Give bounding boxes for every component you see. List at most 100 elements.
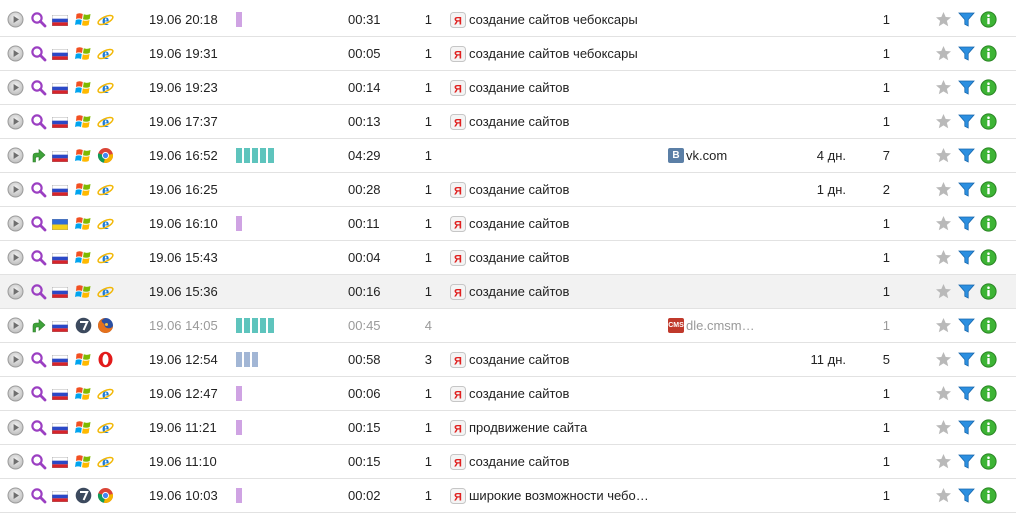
svg-text:Я: Я: [454, 220, 462, 232]
visit-row[interactable]: 19.06 10:03 00:02 1 Яширокие возможности че…: [0, 479, 1016, 513]
referrer-site[interactable]: CMS dle.cmsm…: [668, 309, 755, 342]
star-icon[interactable]: [935, 45, 952, 62]
star-icon[interactable]: [935, 351, 952, 368]
filter-icon[interactable]: [958, 215, 975, 232]
star-icon[interactable]: [935, 385, 952, 402]
opera-icon: [97, 351, 114, 368]
info-icon[interactable]: [980, 181, 997, 198]
info-icon[interactable]: [980, 385, 997, 402]
play-icon[interactable]: [7, 249, 24, 266]
visit-row[interactable]: e 19.06 15:36 00:16 1 Ясоздание сайтов 1: [0, 275, 1016, 309]
play-icon[interactable]: [7, 487, 24, 504]
visit-row[interactable]: e 19.06 19:31 00:05 1 Ясоздание сайтов чебок…: [0, 37, 1016, 71]
search-keyword[interactable]: создание сайтов: [469, 377, 569, 410]
filter-icon[interactable]: [958, 45, 975, 62]
play-icon[interactable]: [7, 181, 24, 198]
play-icon[interactable]: [7, 113, 24, 130]
windows-xp-icon: [75, 453, 92, 470]
info-icon[interactable]: [980, 215, 997, 232]
info-icon[interactable]: [980, 249, 997, 266]
play-icon[interactable]: [7, 45, 24, 62]
play-icon[interactable]: [7, 317, 24, 334]
info-icon[interactable]: [980, 45, 997, 62]
search-keyword[interactable]: создание сайтов чебоксары: [469, 37, 638, 70]
info-icon[interactable]: [980, 453, 997, 470]
info-icon[interactable]: [980, 147, 997, 164]
info-icon[interactable]: [980, 487, 997, 504]
visits-count: 1: [882, 454, 890, 469]
visit-row[interactable]: 19.06 14:05 00:45 4 CMS dle.cmsm… 1: [0, 309, 1016, 343]
star-icon[interactable]: [935, 419, 952, 436]
search-keyword[interactable]: создание сайтов чебоксары: [469, 3, 638, 36]
filter-icon[interactable]: [958, 79, 975, 96]
search-keyword[interactable]: создание сайтов: [469, 241, 569, 274]
filter-icon[interactable]: [958, 351, 975, 368]
star-icon[interactable]: [935, 11, 952, 28]
referrer-site-link[interactable]: dle.cmsm…: [686, 318, 755, 333]
star-icon[interactable]: [935, 317, 952, 334]
visit-row[interactable]: e 19.06 11:10 00:15 1 Ясоздание сайтов 1: [0, 445, 1016, 479]
star-icon[interactable]: [935, 453, 952, 470]
play-icon[interactable]: [7, 385, 24, 402]
play-icon[interactable]: [7, 283, 24, 300]
search-keyword[interactable]: широкие возможности чебо…: [469, 479, 649, 512]
star-icon[interactable]: [935, 147, 952, 164]
filter-icon[interactable]: [958, 487, 975, 504]
visit-row[interactable]: 19.06 16:52 04:29 1 Вvk.com 4 дн. 7: [0, 139, 1016, 173]
search-keyword[interactable]: создание сайтов: [469, 275, 569, 308]
info-icon[interactable]: [980, 351, 997, 368]
info-icon[interactable]: [980, 11, 997, 28]
info-icon[interactable]: [980, 79, 997, 96]
filter-icon[interactable]: [958, 249, 975, 266]
search-keyword[interactable]: создание сайтов: [469, 445, 569, 478]
play-icon[interactable]: [7, 147, 24, 164]
play-icon[interactable]: [7, 79, 24, 96]
visit-row[interactable]: 19.06 12:54 00:58 3 Ясоздание сайтов 11 дн. 5: [0, 343, 1016, 377]
star-icon[interactable]: [935, 283, 952, 300]
star-icon[interactable]: [935, 181, 952, 198]
info-icon[interactable]: [980, 283, 997, 300]
play-icon[interactable]: [7, 453, 24, 470]
visits-count: 1: [882, 80, 890, 95]
info-icon[interactable]: [980, 113, 997, 130]
info-icon[interactable]: [980, 317, 997, 334]
search-keyword[interactable]: создание сайтов: [469, 71, 569, 104]
visit-row[interactable]: e 19.06 17:37 00:13 1 Ясоздание сайтов 1: [0, 105, 1016, 139]
search-keyword[interactable]: создание сайтов: [469, 173, 569, 206]
depth-bars: [236, 12, 242, 27]
visit-row[interactable]: e 19.06 16:10 00:11 1 Ясоздание сайтов 1: [0, 207, 1016, 241]
play-icon[interactable]: [7, 11, 24, 28]
visit-row[interactable]: e 19.06 15:43 00:04 1 Ясоздание сайтов 1: [0, 241, 1016, 275]
filter-icon[interactable]: [958, 113, 975, 130]
star-icon[interactable]: [935, 79, 952, 96]
filter-icon[interactable]: [958, 181, 975, 198]
filter-icon[interactable]: [958, 147, 975, 164]
star-icon[interactable]: [935, 113, 952, 130]
filter-icon[interactable]: [958, 283, 975, 300]
star-icon[interactable]: [935, 249, 952, 266]
visit-row[interactable]: e 19.06 16:25 00:28 1 Ясоздание сайтов 1 дн. 2: [0, 173, 1016, 207]
search-keyword[interactable]: создание сайтов: [469, 207, 569, 240]
visit-row[interactable]: e 19.06 12:47 00:06 1 Ясоздание сайтов 1: [0, 377, 1016, 411]
search-keyword[interactable]: создание сайтов: [469, 343, 569, 376]
referrer-site-link[interactable]: vk.com: [686, 148, 727, 163]
search-keyword[interactable]: продвижение сайта: [469, 411, 587, 444]
play-icon[interactable]: [7, 351, 24, 368]
play-icon[interactable]: [7, 215, 24, 232]
play-icon[interactable]: [7, 419, 24, 436]
info-icon[interactable]: [980, 419, 997, 436]
filter-icon[interactable]: [958, 453, 975, 470]
filter-icon[interactable]: [958, 11, 975, 28]
referrer-site[interactable]: Вvk.com: [668, 139, 727, 172]
visit-row[interactable]: e 19.06 11:21 00:15 1 Япродвижение сайта 1: [0, 411, 1016, 445]
svg-text:Я: Я: [454, 118, 462, 130]
search-icon: [30, 113, 47, 130]
visit-row[interactable]: e 19.06 20:18 00:31 1 Ясоздание сайтов чебок…: [0, 3, 1016, 37]
filter-icon[interactable]: [958, 385, 975, 402]
filter-icon[interactable]: [958, 419, 975, 436]
visit-row[interactable]: e 19.06 19:23 00:14 1 Ясоздание сайтов 1: [0, 71, 1016, 105]
filter-icon[interactable]: [958, 317, 975, 334]
star-icon[interactable]: [935, 215, 952, 232]
search-keyword[interactable]: создание сайтов: [469, 105, 569, 138]
star-icon[interactable]: [935, 487, 952, 504]
